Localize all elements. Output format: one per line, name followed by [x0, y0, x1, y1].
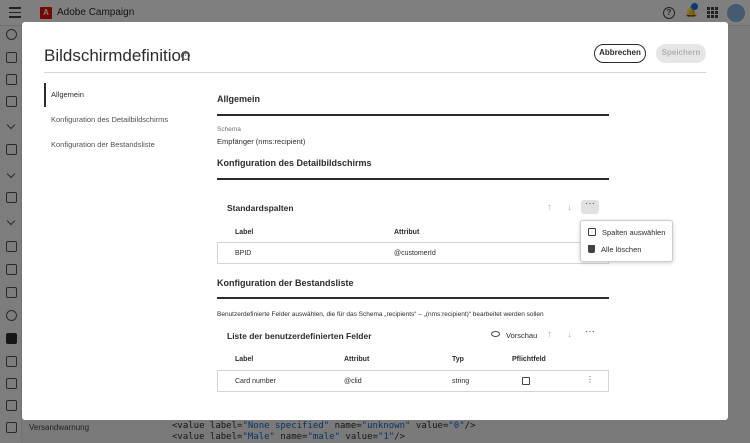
more-actions-button[interactable]: ···: [581, 199, 599, 214]
nav-active-indicator: [44, 83, 46, 107]
save-button[interactable]: Speichern: [656, 44, 706, 63]
cell-attribute: @clid: [344, 378, 362, 385]
column-header-attribute: Attribut: [344, 356, 370, 363]
columns-action-menu: Spalten auswählen Alle löschen: [580, 220, 673, 262]
dialog-title: Bildschirmdefinition: [44, 46, 191, 65]
custom-fields-title: Liste der benutzerdefinierten Felder: [227, 331, 372, 341]
column-header-required: Pflichtfeld: [512, 356, 546, 363]
info-icon[interactable]: ?: [181, 51, 190, 60]
section-rule: [217, 178, 609, 180]
menu-item-label: Spalten auswählen: [602, 228, 666, 237]
column-header-label: Label: [235, 229, 254, 236]
column-header-label: Label: [235, 356, 254, 363]
inventory-description: Benutzerdefinierte Felder auswählen, die…: [217, 311, 544, 318]
cell-label: BPID: [235, 250, 252, 257]
section-heading-general: Allgemein: [217, 94, 261, 104]
cell-type: string: [452, 378, 470, 385]
column-header-attribute: Attribut: [394, 229, 420, 236]
schema-value: Empfänger (nms:recipient): [217, 137, 306, 146]
cancel-button[interactable]: Abbrechen: [594, 44, 646, 63]
section-rule: [217, 114, 609, 116]
eye-icon: [491, 331, 500, 337]
dialog-divider: [44, 72, 706, 73]
nav-item-general[interactable]: Allgemein: [51, 90, 84, 99]
required-checkbox[interactable]: [522, 377, 530, 385]
cell-attribute: @customerId: [394, 250, 436, 257]
move-up-icon[interactable]: ↑: [547, 203, 552, 213]
row-actions-icon[interactable]: ⋮: [586, 376, 594, 384]
section-heading-detail: Konfiguration des Detailbildschirms: [217, 158, 372, 168]
section-heading-inventory: Konfiguration der Bestandsliste: [217, 278, 354, 288]
move-down-icon[interactable]: ↓: [567, 330, 572, 340]
cell-label: Card number: [235, 378, 276, 385]
trash-icon: [588, 245, 595, 253]
nav-item-inventory-list[interactable]: Konfiguration der Bestandsliste: [51, 140, 155, 149]
menu-item-label: Alle löschen: [601, 245, 642, 254]
table-row[interactable]: Card number @clid string: [217, 370, 609, 392]
screen-definition-dialog: Bildschirmdefinition ? Abbrechen Speiche…: [22, 22, 728, 420]
move-down-icon[interactable]: ↓: [567, 203, 572, 213]
default-columns-title: Standardspalten: [227, 203, 294, 213]
section-rule: [217, 297, 609, 299]
columns-icon: [588, 228, 596, 236]
nav-item-detail-screen[interactable]: Konfiguration des Detailbildschirms: [51, 115, 168, 124]
preview-button[interactable]: Vorschau: [506, 331, 537, 340]
column-header-type: Typ: [452, 356, 464, 363]
table-row[interactable]: BPID @customerId: [217, 242, 609, 264]
move-up-icon[interactable]: ↑: [547, 330, 552, 340]
more-actions-button[interactable]: ···: [581, 327, 599, 342]
menu-item-delete-all[interactable]: Alle löschen: [588, 245, 641, 254]
menu-item-select-columns[interactable]: Spalten auswählen: [588, 228, 665, 237]
schema-label: Schema: [217, 126, 241, 133]
